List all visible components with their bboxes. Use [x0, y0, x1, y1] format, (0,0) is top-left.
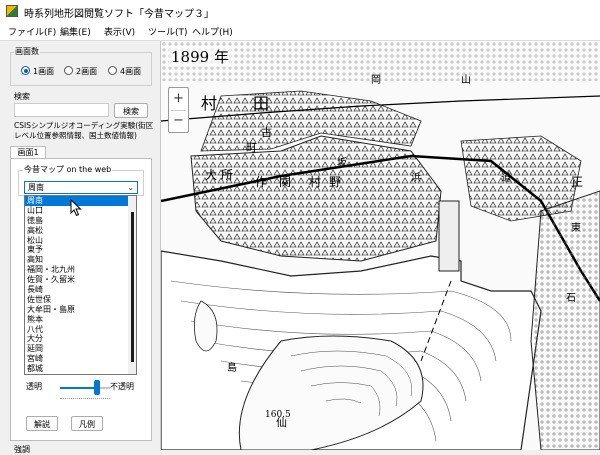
dropdown-option[interactable]: 佐世保 [25, 295, 136, 305]
map-label: 浜 [411, 172, 421, 184]
chevron-down-icon: ⌄ [127, 183, 134, 192]
zoom-in-button[interactable]: + [169, 88, 188, 110]
dropdown-option[interactable]: 松山 [25, 236, 136, 246]
mouse-cursor-icon [70, 199, 82, 217]
dropdown-option[interactable]: 都城 [25, 364, 136, 374]
web-label: 今昔マップ on the web [23, 164, 113, 175]
dropdown-option[interactable]: 長崎 [25, 285, 136, 295]
map-label: 東 [571, 221, 581, 234]
dropdown-option[interactable]: 東予 [25, 245, 136, 255]
dropdown-option[interactable]: 大分 [25, 334, 136, 344]
map-label: 関 [279, 175, 291, 189]
map-label: 所 [221, 168, 233, 182]
explain-button[interactable]: 解説 [26, 416, 58, 431]
radio-4screen-label: 4画面 [120, 67, 142, 76]
radio-2screen-label: 2画面 [76, 67, 98, 76]
map-label: 正 [571, 175, 583, 189]
map-year-label: 1899 年 [169, 46, 231, 67]
search-button[interactable]: 検索 [114, 103, 148, 118]
map-label: 岡 [371, 74, 381, 86]
dropdown-option[interactable]: 鹿児島 [25, 374, 136, 375]
map-label: 山 [461, 74, 471, 86]
radio-1screen-label: 1画面 [33, 67, 55, 76]
search-label: 検索 [14, 92, 30, 101]
map-canvas: 村 田 関 村 野 大 作 所 町 正 古 仙 島 坂 山 岡 道 浜 石 東 … [161, 41, 600, 450]
map-field-area [190, 135, 442, 262]
menu-file[interactable]: ファイル(F) [8, 25, 56, 38]
map-label: 道 [501, 171, 511, 184]
map-elevation-label: 160.5 [265, 410, 291, 420]
search-note-line2: レベル位置参照情報、国土数値情報) [14, 131, 137, 140]
dropdown-option[interactable]: 佐賀・久留米 [25, 275, 136, 285]
historical-map[interactable]: 村 田 関 村 野 大 作 所 町 正 古 仙 島 坂 山 岡 道 浜 石 東 … [161, 41, 600, 450]
app-icon [6, 5, 18, 17]
map-east-town [530, 190, 600, 450]
map-label: 村 [201, 94, 217, 113]
opacity-slider-fill [60, 387, 98, 389]
zoom-control: + − [168, 87, 189, 133]
dropdown-option[interactable]: 熊本 [25, 315, 136, 325]
dropdown-option[interactable]: 福岡・北九州 [25, 265, 136, 275]
menu-tools[interactable]: ツール(T) [148, 25, 188, 38]
map-label: 古 [261, 126, 272, 139]
screens-label: 画面数 [14, 46, 40, 57]
menu-edit[interactable]: 編集(E) [60, 25, 91, 38]
menu-view[interactable]: 表示(V) [104, 25, 135, 38]
map-label: 町 [246, 141, 257, 154]
dropdown-option[interactable]: 宮崎 [25, 354, 136, 364]
opacity-transparent-label: 透明 [26, 382, 42, 391]
map-area-select-value: 周南 [28, 183, 44, 192]
dropdown-option[interactable]: 高知 [25, 255, 136, 265]
map-label: 作 [255, 175, 267, 189]
map-label: 石 [566, 293, 576, 304]
map-pier [438, 200, 460, 272]
dropdown-option[interactable]: 八代 [25, 325, 136, 335]
map-label: 田 [253, 94, 269, 113]
dropdown-option[interactable]: 延岡 [25, 344, 136, 354]
opacity-opaque-label: 不透明 [110, 382, 134, 391]
zoom-out-button[interactable]: − [169, 110, 188, 132]
dropdown-option[interactable]: 徳島 [25, 216, 136, 226]
dropdown-option[interactable]: 高松 [25, 226, 136, 236]
dropdown-scrollbar-thumb[interactable] [131, 212, 134, 362]
dropdown-option[interactable]: 大牟田・島原 [25, 305, 136, 315]
title-bar: 時系列地形図閲覧ソフト「今昔マップ３」 [0, 0, 600, 22]
opacity-slider-thumb[interactable] [94, 380, 100, 395]
legend-button[interactable]: 凡例 [71, 416, 103, 431]
map-label: 島 [227, 361, 237, 374]
map-area-select[interactable]: 周南 ⌄ [24, 181, 138, 194]
map-label: 村 [309, 175, 321, 189]
radio-2screen[interactable] [64, 66, 73, 75]
map-label: 大 [205, 168, 217, 182]
radio-4screen[interactable] [108, 66, 117, 75]
map-label: 坂 [337, 157, 347, 169]
search-input[interactable] [14, 103, 109, 117]
map-area-dropdown-list[interactable]: 周南 山口 徳島 高松 松山 東予 高知 福岡・北九州 佐賀・久留米 長崎 佐世保 大牟田・島原 熊本八… [24, 195, 137, 375]
radio-1screen[interactable] [21, 66, 30, 75]
window-title: 時系列地形図閲覧ソフト「今昔マップ３」 [24, 9, 214, 20]
map-label: 野 [329, 175, 341, 189]
menu-help[interactable]: ヘルプ(H) [192, 25, 233, 38]
menu-bar: ファイル(F) 編集(E) 表示(V) ツール(T) ヘルプ(H) [0, 22, 600, 41]
opacity-ticks [60, 398, 110, 400]
